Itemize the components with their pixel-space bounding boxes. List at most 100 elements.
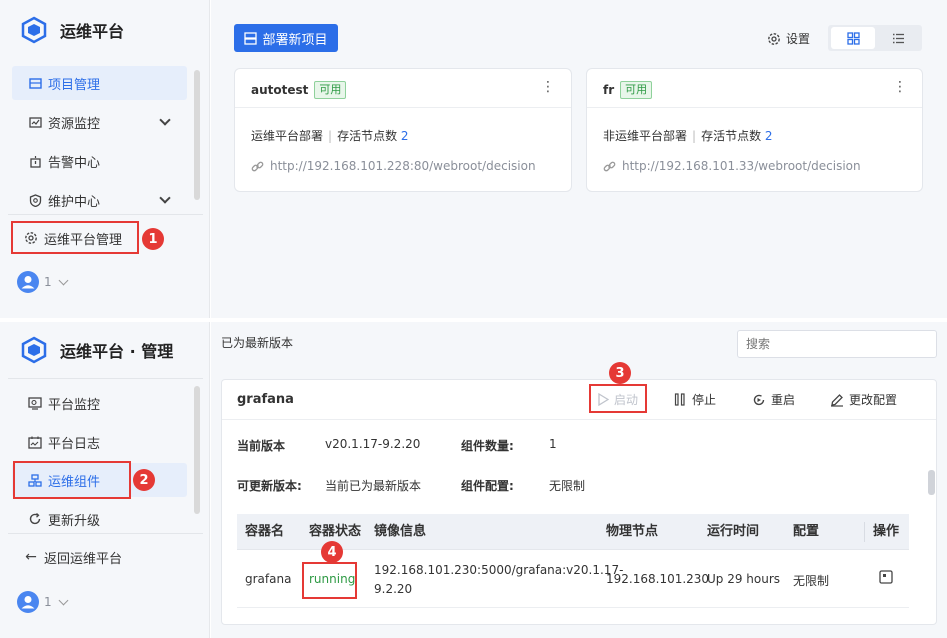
deploy-button-label: 部署新项目 xyxy=(262,32,328,48)
list-view-button[interactable] xyxy=(877,27,919,49)
annotation-badge-3: 3 xyxy=(609,362,631,384)
edit-config-label: 更改配置 xyxy=(849,393,898,407)
cell-image-info: 192.168.101.230:5000/grafana:v20.1.17- 9… xyxy=(374,561,623,599)
user-count: 1 xyxy=(44,275,52,289)
edit-config-button[interactable]: 更改配置 xyxy=(830,391,897,408)
annotation-badge-4: 4 xyxy=(321,541,343,563)
list-icon xyxy=(28,76,42,90)
sidebar-item-resource-monitor[interactable]: 资源监控 xyxy=(12,105,187,139)
user-count: 1 xyxy=(44,595,52,609)
logo-icon xyxy=(21,336,47,364)
sidebar-item-label: 项目管理 xyxy=(48,77,101,93)
arrow-left-icon: ← xyxy=(25,549,37,565)
stop-button[interactable]: 停止 xyxy=(674,391,716,408)
project-card-fr[interactable]: fr 可用 ⋮ 非运维平台部署 | 存活节点数 2 http://192.168.1… xyxy=(586,68,923,192)
sidebar-item-label: 平台监控 xyxy=(48,397,101,413)
avatar-icon xyxy=(17,591,39,613)
sidebar-item-alerts[interactable]: 告警中心 xyxy=(12,144,187,178)
bottom-brand: 运维平台 · 管理 xyxy=(20,334,173,366)
component-config-label: 组件配置: xyxy=(461,479,514,493)
annotation-badge-2: 2 xyxy=(133,469,155,491)
column-header-uptime: 运行时间 xyxy=(707,524,760,539)
image-line-2: 9.2.20 xyxy=(374,582,413,596)
annotation-badge-1: 1 xyxy=(142,228,164,250)
project-url: http://192.168.101.33/webroot/decision xyxy=(622,159,861,173)
sidebar-item-projects[interactable]: 项目管理 xyxy=(12,66,187,100)
sidebar-item-label: 告警中心 xyxy=(48,155,101,171)
edit-icon xyxy=(831,393,843,407)
restart-button[interactable]: 重启 xyxy=(752,391,795,408)
project-name: fr xyxy=(603,83,615,97)
sidebar-item-platform-logs[interactable]: 平台日志 xyxy=(12,425,187,459)
project-link[interactable]: http://192.168.101.228:80/webroot/decisi… xyxy=(251,159,536,173)
project-info: 非运维平台部署 | 存活节点数 2 xyxy=(603,129,773,143)
column-header-name: 容器名 xyxy=(245,524,285,539)
current-version-value: v20.1.17-9.2.20 xyxy=(325,437,421,451)
nodes-label: 存活节点数 xyxy=(701,129,762,143)
content-scrollbar[interactable] xyxy=(928,470,935,495)
user-menu[interactable]: 1 xyxy=(17,271,69,293)
highlight-box-1 xyxy=(11,221,139,254)
sidebar-scrollbar[interactable] xyxy=(194,70,200,200)
sidebar-item-platform-monitor[interactable]: 平台监控 xyxy=(12,386,187,420)
updatable-version-label: 可更新版本: xyxy=(237,479,302,493)
deploy-new-project-button[interactable]: 部署新项目 xyxy=(234,24,338,52)
sidebar-item-label: 维护中心 xyxy=(48,194,101,210)
component-count-value: 1 xyxy=(549,437,557,451)
more-icon[interactable]: ⋮ xyxy=(541,80,555,94)
back-to-platform-link[interactable]: ← 返回运维平台 xyxy=(12,540,187,574)
updatable-version-value: 当前已为最新版本 xyxy=(325,479,422,493)
server-icon xyxy=(244,31,258,45)
user-menu[interactable]: 1 xyxy=(17,591,69,613)
highlight-box-3 xyxy=(589,384,647,413)
panel-divider xyxy=(222,419,936,420)
status-badge: 可用 xyxy=(314,81,347,99)
current-version-label: 当前版本 xyxy=(237,439,286,453)
sidebar-item-maintenance[interactable]: 维护中心 xyxy=(12,183,187,217)
terminal-icon[interactable] xyxy=(879,570,893,588)
shield-search-icon xyxy=(28,193,42,207)
monitor-gear-icon xyxy=(28,396,42,410)
sidebar-divider xyxy=(8,533,203,534)
status-badge: 可用 xyxy=(620,81,653,99)
project-card-autotest[interactable]: autotest 可用 ⋮ 运维平台部署 | 存活节点数 2 http://192.… xyxy=(234,68,572,192)
log-icon xyxy=(28,435,42,449)
more-icon[interactable]: ⋮ xyxy=(893,80,907,94)
component-name: grafana xyxy=(237,392,294,407)
grid-icon xyxy=(846,31,860,45)
highlight-box-2 xyxy=(13,461,131,499)
sidebar-item-label: 更新升级 xyxy=(48,513,101,529)
gear-icon xyxy=(768,32,780,45)
pause-icon xyxy=(674,393,685,406)
restart-label: 重启 xyxy=(771,393,796,407)
sidebar-item-label: 平台日志 xyxy=(48,436,101,452)
bottom-brand-title: 运维平台 · 管理 xyxy=(60,342,174,361)
project-info: 运维平台部署 | 存活节点数 2 xyxy=(251,129,409,143)
cell-node: 192.168.101.230 xyxy=(606,572,710,586)
settings-button[interactable]: 设置 xyxy=(767,30,810,47)
sidebar-divider xyxy=(8,378,203,379)
chevron-down-icon xyxy=(58,275,69,285)
refresh-icon xyxy=(28,512,42,526)
deploy-type: 非运维平台部署 xyxy=(603,129,688,143)
card-title-row: fr 可用 xyxy=(603,81,653,99)
deploy-type: 运维平台部署 xyxy=(251,129,324,143)
project-link[interactable]: http://192.168.101.33/webroot/decision xyxy=(603,159,861,173)
chevron-down-icon xyxy=(58,595,69,605)
cell-container-name: grafana xyxy=(245,572,292,586)
sidebar-item-update[interactable]: 更新升级 xyxy=(12,502,187,536)
top-brand-title: 运维平台 xyxy=(60,22,125,41)
version-status: 已为最新版本 xyxy=(221,336,294,350)
list-icon xyxy=(892,33,904,43)
sidebar-scrollbar[interactable] xyxy=(194,386,200,514)
alarm-icon xyxy=(28,154,42,168)
link-icon xyxy=(251,161,264,171)
search-input[interactable] xyxy=(737,330,937,358)
card-title-row: autotest 可用 xyxy=(251,81,347,99)
top-brand: 运维平台 xyxy=(20,14,124,46)
back-label: 返回运维平台 xyxy=(44,551,123,567)
column-header-node: 物理节点 xyxy=(606,524,659,539)
column-header-image: 镜像信息 xyxy=(374,524,427,539)
grid-view-button[interactable] xyxy=(831,27,875,49)
avatar-icon xyxy=(17,271,39,293)
